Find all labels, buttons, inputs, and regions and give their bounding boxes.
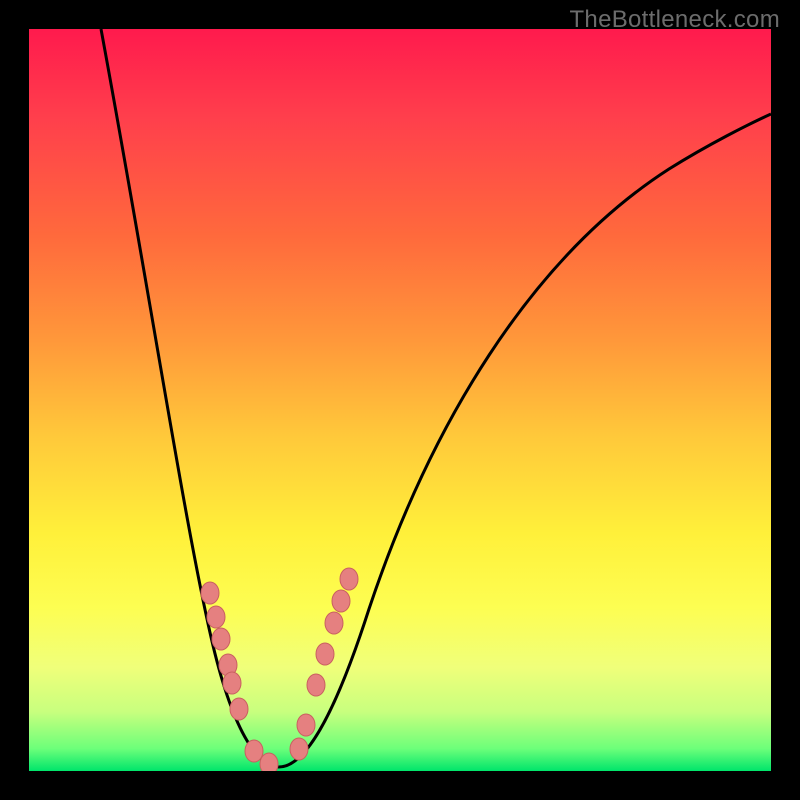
curve-marker xyxy=(230,698,248,720)
curve-marker xyxy=(332,590,350,612)
curve-marker xyxy=(307,674,325,696)
curve-marker xyxy=(325,612,343,634)
curve-markers-right xyxy=(290,568,358,760)
bottleneck-curve xyxy=(101,29,771,767)
curve-marker xyxy=(201,582,219,604)
curve-marker xyxy=(340,568,358,590)
curve-marker xyxy=(207,606,225,628)
chart-plot-area xyxy=(29,29,771,771)
curve-markers-left xyxy=(201,582,278,771)
watermark-text: TheBottleneck.com xyxy=(569,6,780,34)
curve-marker xyxy=(212,628,230,650)
curve-marker xyxy=(223,672,241,694)
bottleneck-chart-svg xyxy=(29,29,771,771)
curve-marker xyxy=(245,740,263,762)
curve-marker xyxy=(316,643,334,665)
curve-marker xyxy=(297,714,315,736)
curve-marker xyxy=(260,753,278,771)
curve-marker xyxy=(290,738,308,760)
